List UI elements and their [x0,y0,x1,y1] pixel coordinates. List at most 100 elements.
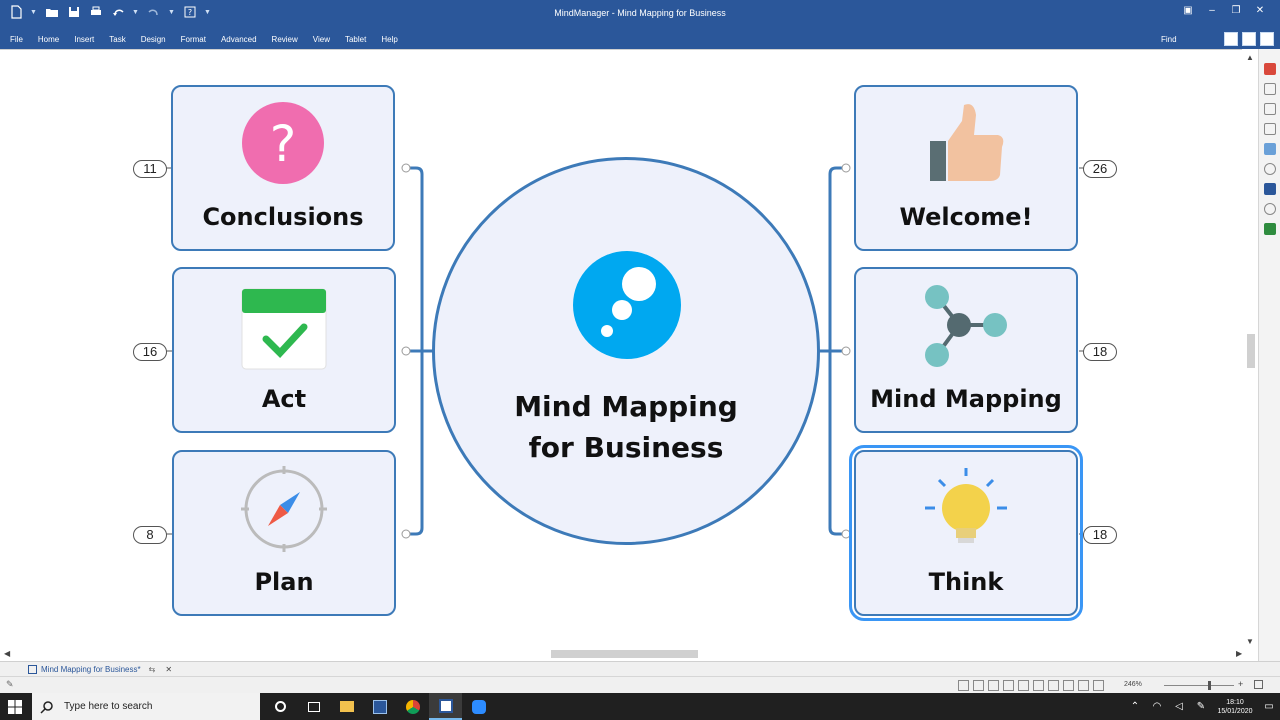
minimize-icon[interactable]: – [1200,0,1224,20]
zoom-slider[interactable] [1164,681,1234,690]
zoom-in-icon[interactable]: + [1238,679,1243,689]
zoom-slider-knob[interactable] [1208,681,1211,690]
collapse-ribbon-icon[interactable] [1260,32,1274,46]
close-icon[interactable]: ✕ [1248,0,1272,20]
pen-workspace-icon[interactable]: ✎ [1190,693,1212,720]
filter-icon[interactable] [958,680,969,691]
subtopic-count-badge[interactable]: 16 [133,343,167,361]
markers-pane-icon[interactable] [1264,183,1276,195]
notes-pane-icon[interactable] [1264,143,1276,155]
resources-pane-icon[interactable] [1264,103,1276,115]
outline-view-icon[interactable] [1018,680,1029,691]
tab-review[interactable]: Review [266,33,304,46]
mindmanager-active-icon[interactable] [429,693,462,720]
tab-view[interactable]: View [307,33,336,46]
map-document-icon [28,664,37,674]
topic-welcome[interactable]: Welcome! [854,85,1078,251]
topic-think[interactable]: Think [849,445,1083,621]
topic-conclusions[interactable]: ? Conclusions [171,85,395,251]
search-pane-icon[interactable] [1264,163,1276,175]
tab-help[interactable]: Help [375,33,403,46]
task-info-pane-icon[interactable] [1264,83,1276,95]
document-tab-strip: Mind Mapping for Business* ⇆ ✕ [0,661,1280,676]
filter-options-icon[interactable] [973,680,984,691]
subtopic-count-badge[interactable]: 26 [1083,160,1117,178]
topic-mind-mapping[interactable]: Mind Mapping [854,267,1078,433]
search-icon [40,700,53,714]
taskbar-clock[interactable]: 18:10 15/01/2020 [1212,698,1258,716]
map-parts-pane-icon[interactable] [1264,123,1276,135]
scroll-down-icon[interactable]: ▼ [1246,637,1254,646]
restore-icon[interactable]: ❐ [1224,0,1248,20]
light-bulb-icon [925,468,1007,543]
action-center-icon[interactable]: ▭ [1258,693,1280,720]
subtopic-count-badge[interactable]: 8 [133,526,167,544]
network-icon[interactable]: ◠ [1146,693,1168,720]
tab-tablet[interactable]: Tablet [339,33,372,46]
svg-text:?: ? [270,115,297,173]
chrome-icon[interactable] [396,693,429,720]
horizontal-scrollbar[interactable]: ◀ ▶ [0,647,1258,661]
focus-icon[interactable] [988,680,999,691]
topic-plan[interactable]: Plan [172,450,396,616]
panel-toggle-icon[interactable] [1242,32,1256,46]
task-view-icon[interactable] [297,693,330,720]
document-tab[interactable]: Mind Mapping for Business* ⇆ ✕ [28,662,172,676]
subtopic-count-badge[interactable]: 18 [1083,526,1117,544]
fit-view-icon[interactable] [1093,680,1104,691]
tab-design[interactable]: Design [135,33,172,46]
pen-icon[interactable]: ✎ [6,679,14,690]
windows-taskbar: Type here to search ⌃ ◠ ◁ ✎ 18:10 15/01/… [0,693,1280,720]
topic-label: Welcome! [899,203,1033,231]
tab-home[interactable]: Home [32,33,65,46]
central-topic[interactable]: Mind Mapping for Business [432,157,820,545]
subtopic-count-badge[interactable]: 11 [133,160,167,178]
calendar-check-icon [241,288,327,370]
file-explorer-icon[interactable] [330,693,363,720]
map-canvas[interactable]: Mind Mapping for Business ? Conclusions … [0,49,1258,649]
tab-task[interactable]: Task [103,33,131,46]
slides-view-icon[interactable] [1078,680,1089,691]
taskbar-search-box[interactable]: Type here to search [32,693,260,720]
scroll-left-icon[interactable]: ◀ [4,649,10,658]
horizontal-scroll-thumb[interactable] [551,650,698,658]
link-view-icon[interactable] [1063,680,1074,691]
tab-format[interactable]: Format [175,33,212,46]
tray-overflow-chevron-icon[interactable]: ⌃ [1124,693,1146,720]
ribbon-tabs: File Home Insert Task Design Format Adva… [4,33,407,46]
layout-toggle-icon[interactable] [1224,32,1238,46]
subtopic-count-badge[interactable]: 18 [1083,343,1117,361]
vertical-scroll-thumb[interactable] [1247,334,1255,368]
excel-pane-icon[interactable] [1264,223,1276,235]
scroll-right-icon[interactable]: ▶ [1236,649,1242,658]
taskbar-search-placeholder: Type here to search [64,701,153,712]
zoom-level: 246% [1124,681,1142,688]
scroll-up-icon[interactable]: ▲ [1246,53,1254,62]
taskbar-apps [264,693,495,720]
mindmanager-taskbar-icon[interactable] [363,693,396,720]
central-topic-label: Mind Mapping for Business [435,386,817,468]
topic-act[interactable]: Act [172,267,396,433]
map-view-icon[interactable] [1003,680,1014,691]
tab-pin-icon[interactable]: ⇆ [149,665,156,674]
tab-insert[interactable]: Insert [68,33,100,46]
cortana-icon[interactable] [264,693,297,720]
window-title: MindManager - Mind Mapping for Business [554,8,726,18]
volume-icon[interactable]: ◁ [1168,693,1190,720]
zoom-app-icon[interactable] [462,693,495,720]
topic-label: Mind Mapping [870,385,1062,413]
ribbon-display-options-icon[interactable]: ▣ [1176,0,1200,20]
library-pane-icon[interactable] [1264,63,1276,75]
browser-pane-icon[interactable] [1264,203,1276,215]
gantt-view-icon[interactable] [1033,680,1044,691]
tab-advanced[interactable]: Advanced [215,33,263,46]
schedule-view-icon[interactable] [1048,680,1059,691]
fit-page-icon[interactable] [1254,680,1263,689]
clock-date: 15/01/2020 [1217,707,1253,715]
close-tab-icon[interactable]: ✕ [165,665,172,674]
windows-start-icon[interactable] [8,700,22,714]
find-button[interactable]: Find [1161,35,1177,44]
question-mark-icon: ? [242,102,324,184]
vertical-scrollbar[interactable]: ▲ ▼ [1242,49,1258,649]
tab-file[interactable]: File [4,33,29,46]
